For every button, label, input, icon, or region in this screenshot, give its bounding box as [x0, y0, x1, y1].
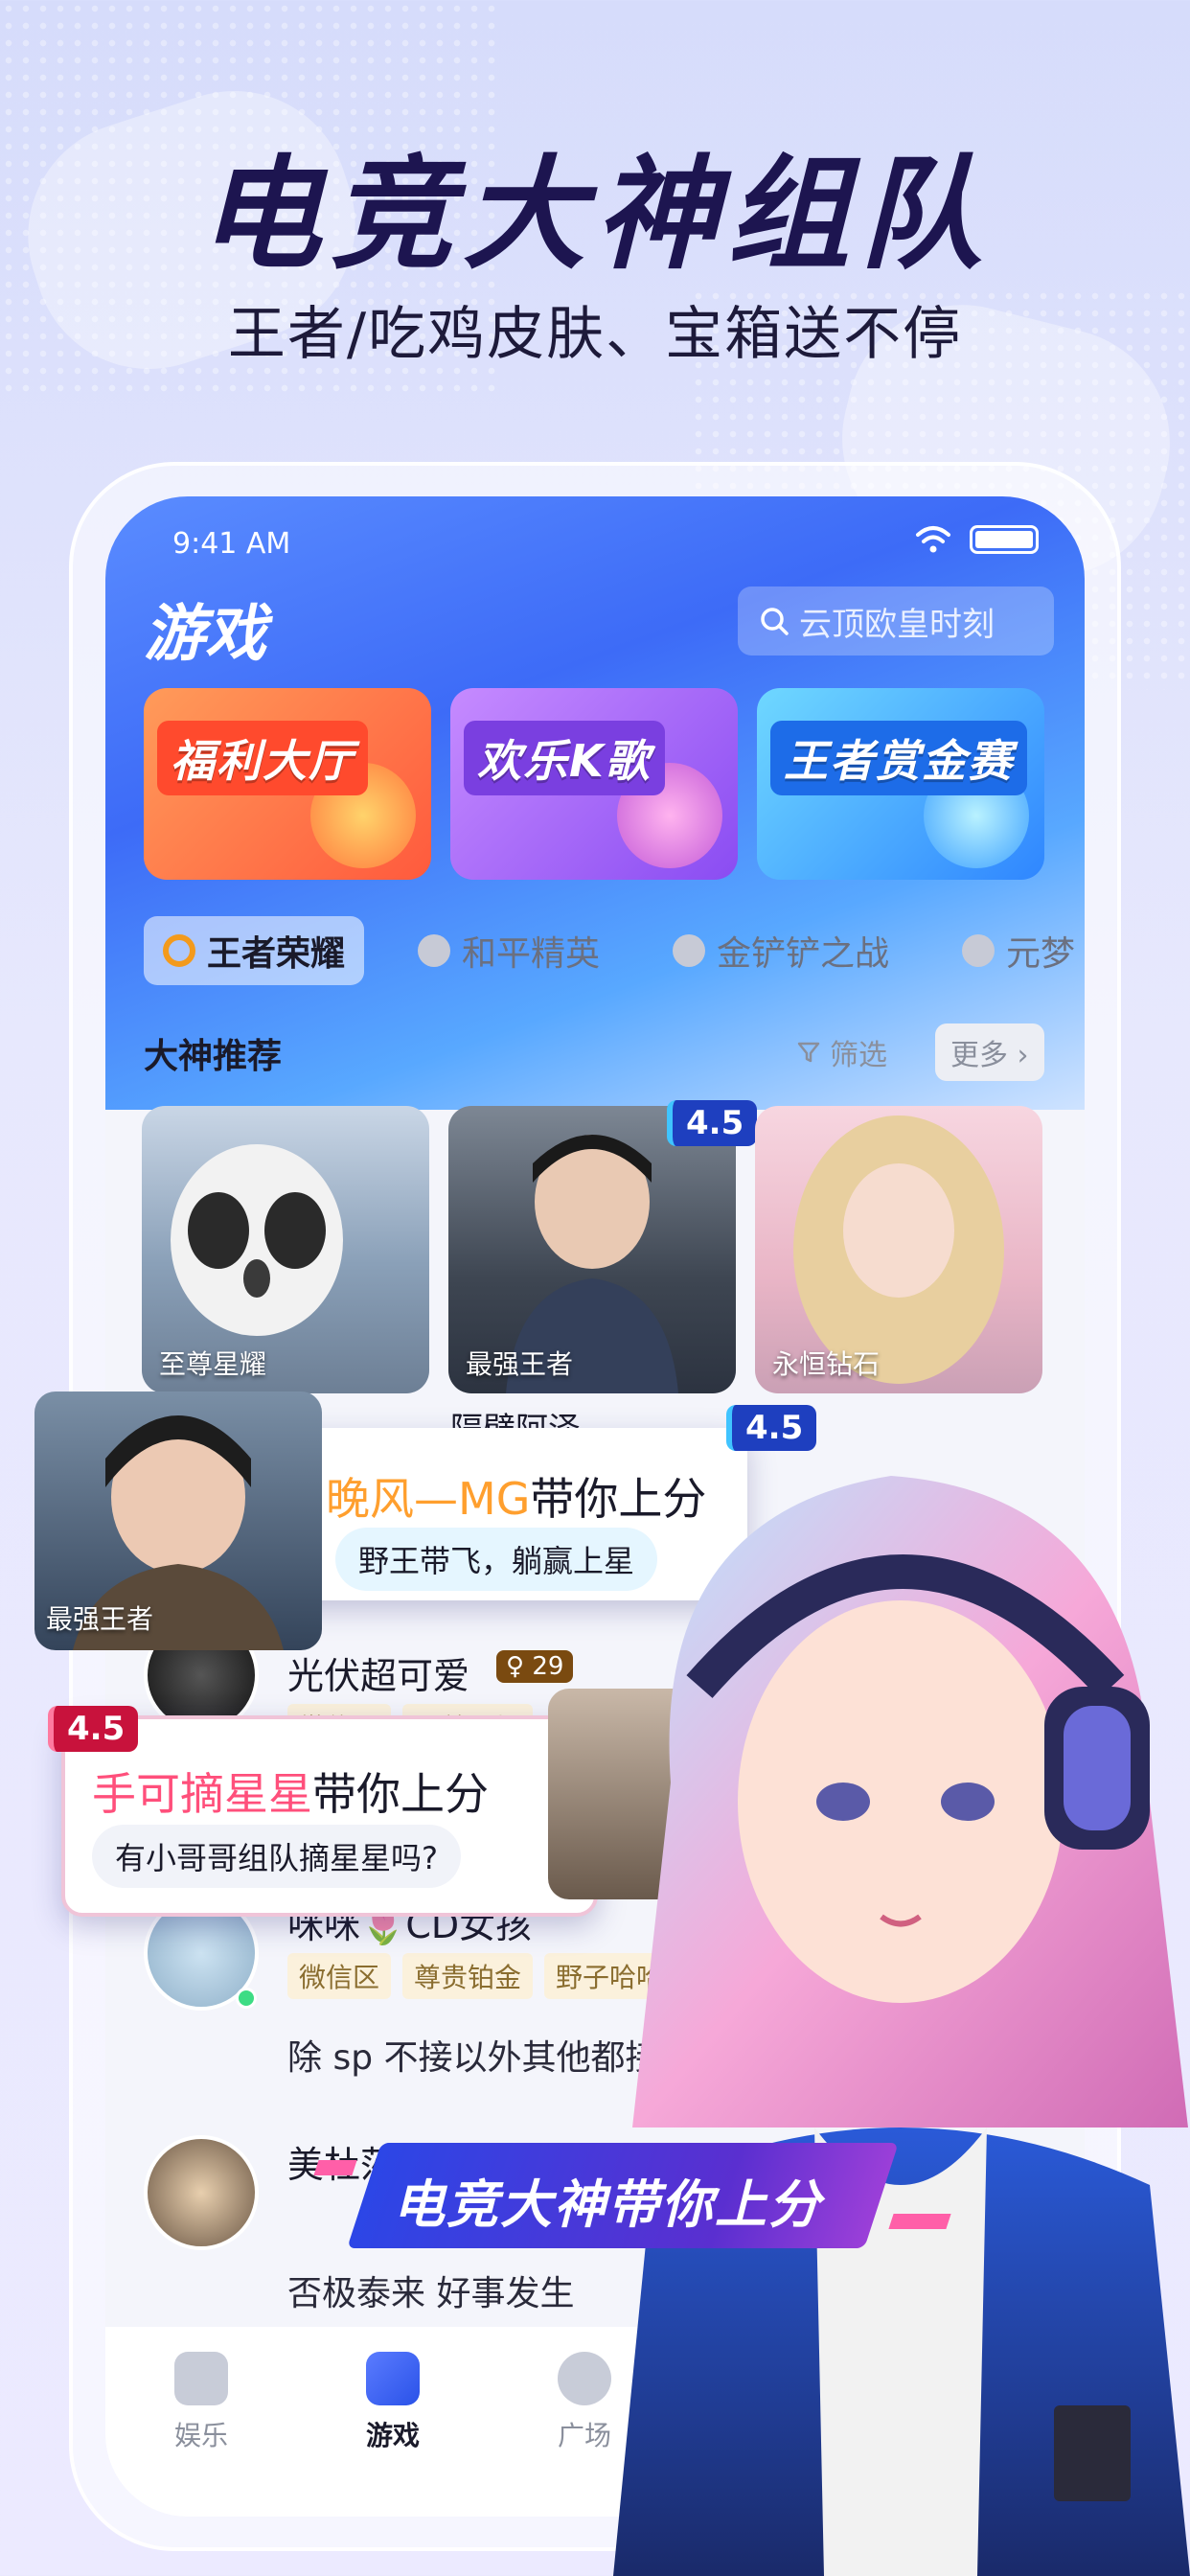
player-card[interactable]: 至尊星耀 — [142, 1106, 429, 1393]
yuanmeng-icon — [962, 934, 995, 967]
featured-name-2: 手可摘星星 — [92, 1768, 312, 1820]
page-title: 游戏 — [144, 599, 266, 670]
banner-label: 欢乐K歌 — [464, 721, 665, 795]
player-card[interactable]: 永恒钻石 — [755, 1106, 1042, 1393]
status-time: 9:41 AM — [172, 527, 291, 561]
wifi-icon — [916, 526, 950, 553]
level-value: 29 — [532, 1652, 564, 1681]
banner-welfare[interactable]: 福利大厅 — [144, 688, 431, 880]
tab-label: 广场 — [557, 2420, 611, 2451]
card-rank: 至尊星耀 — [159, 1348, 267, 1380]
featured-player-photo: 最强王者 — [34, 1392, 322, 1650]
hero-subtitle: 王者/吃鸡皮肤、宝箱送不停 — [227, 301, 963, 368]
female-icon: ♀ — [506, 1652, 525, 1681]
tab-label: 金铲铲之战 — [717, 934, 890, 974]
rating-badge: 4.5 — [48, 1706, 139, 1752]
avatar — [144, 2135, 259, 2250]
search-input[interactable]: 云顶欧皇时刻 — [738, 586, 1054, 656]
hero-title: 电竞大神组队 — [197, 144, 992, 287]
filter-label: 筛选 — [830, 1039, 887, 1072]
tab-entertainment[interactable]: 娱乐 — [105, 2327, 297, 2517]
player-name: 光伏超可爱 — [287, 1655, 470, 1697]
section-title: 大神推荐 — [144, 1037, 283, 1076]
player-card[interactable]: 最强王者 — [448, 1106, 736, 1393]
search-placeholder: 云顶欧皇时刻 — [799, 605, 995, 644]
card-rank: 永恒钻石 — [772, 1348, 881, 1380]
player-desc: 否极泰来 好事发生 — [287, 2274, 575, 2313]
tab-golden-spatula[interactable]: 金铲铲之战 — [653, 916, 908, 985]
tab-games[interactable]: 游戏 — [297, 2327, 489, 2517]
tab-honor-of-kings[interactable]: 王者荣耀 — [144, 916, 365, 985]
promo-stripe — [313, 2160, 357, 2175]
card-rank: 最强王者 — [466, 1348, 574, 1380]
tab-yuanmeng[interactable]: 元梦 — [943, 916, 1085, 985]
game-tabs: 王者荣耀 和平精英 金铲铲之战 元梦 — [144, 916, 1085, 985]
headphone-girl-art — [613, 1476, 1190, 2576]
tab-label: 王者荣耀 — [207, 934, 346, 974]
tab-label: 游戏 — [365, 2420, 420, 2451]
tab-peace-elite[interactable]: 和平精英 — [399, 916, 619, 985]
status-icons — [914, 525, 1039, 554]
rating-badge: 4.5 — [667, 1100, 758, 1146]
filter-icon — [797, 1042, 820, 1063]
tab-label: 和平精英 — [462, 934, 601, 974]
featured-name: 晚风—MG — [326, 1473, 531, 1525]
tab-label: 元梦 — [1006, 934, 1076, 974]
tab-label: 娱乐 — [173, 2420, 228, 2451]
star-icon — [174, 2352, 228, 2405]
promo-text: 电竞大神带你上分 — [393, 2174, 822, 2235]
recommend-cards: 至尊星耀 最强王者 4.5 永恒钻石 — [142, 1100, 1085, 1393]
featured-title-2: 手可摘星星带你上分 — [92, 1760, 489, 1823]
promo-stripe — [888, 2214, 951, 2229]
anime-girl-illustration — [613, 1399, 1190, 2576]
golden-spatula-icon — [673, 934, 706, 967]
tag: 微信区 — [287, 1953, 392, 1999]
peace-elite-icon — [418, 934, 451, 967]
banner-label: 王者赏金赛 — [770, 721, 1027, 795]
lightning-icon — [366, 2352, 420, 2405]
level-badge: ♀ 29 — [496, 1650, 574, 1683]
featured-title-rest-2: 带你上分 — [312, 1768, 489, 1820]
compass-icon — [558, 2352, 611, 2405]
online-dot — [236, 1988, 257, 2009]
penguin-photo — [171, 1144, 343, 1336]
featured-subtitle: 野王带飞，躺赢上星 — [335, 1528, 658, 1591]
banner-karaoke[interactable]: 欢乐K歌 — [450, 688, 738, 880]
more-button[interactable]: 更多 › — [935, 1024, 1044, 1081]
banner-label: 福利大厅 — [157, 721, 368, 795]
tag: 尊贵铂金 — [402, 1953, 534, 1999]
filter-button[interactable]: 筛选 — [795, 1031, 887, 1073]
player-desc: 除 sp 不接以外其他都接 — [287, 2038, 660, 2078]
battery-icon — [970, 525, 1039, 554]
banner-bounty[interactable]: 王者赏金赛 — [757, 688, 1044, 880]
card-rank: 最强王者 — [46, 1603, 154, 1635]
featured-subtitle-2: 有小哥哥组队摘星星吗? — [92, 1825, 461, 1888]
honor-of-kings-icon — [163, 934, 195, 967]
search-icon — [761, 608, 789, 635]
